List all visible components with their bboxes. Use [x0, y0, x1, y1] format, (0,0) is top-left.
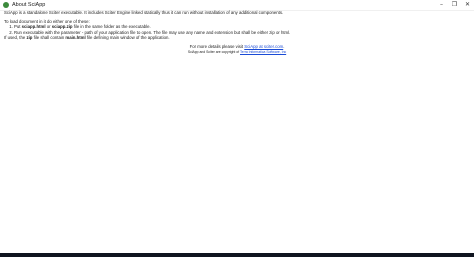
copyright-prefix: SciApp and Sciter are copyright of	[187, 49, 240, 54]
sciapp-zip-filename: sciapp.zip	[51, 24, 73, 30]
step1-prefix: Put	[14, 24, 22, 30]
sciter-link[interactable]: SciApp at sciter.com	[244, 44, 283, 49]
close-button[interactable]: ✕	[461, 0, 474, 10]
details-suffix: .	[283, 43, 285, 49]
main-html-filename: main.html	[65, 35, 86, 41]
window-controls: – ❐ ✕	[435, 0, 474, 10]
zip-note-suffix: file defining main window of the applica…	[85, 35, 170, 41]
zip-note-prefix: If used, the	[4, 35, 27, 41]
maximize-button[interactable]: ❐	[448, 0, 461, 10]
app-icon	[3, 2, 9, 8]
window-title: About SciApp	[12, 2, 46, 8]
terra-informatica-link[interactable]: Terra Informatica Software, Inc	[240, 50, 286, 54]
sciapp-html-filename: sciapp.html	[21, 24, 46, 30]
minimize-button[interactable]: –	[435, 0, 448, 10]
load-steps-list: Put sciapp.html or sciapp.zip file in th…	[4, 24, 470, 35]
about-content: SciApp is a standalone Sciter executable…	[4, 10, 470, 54]
copyright-line: SciApp and Sciter are copyright of Terra…	[4, 50, 470, 55]
details-prefix: For more details please visit	[189, 43, 245, 49]
zip-note-middle: file shall contain	[32, 35, 66, 41]
taskbar	[0, 253, 474, 257]
step1-suffix: file in the same folder as the executabl…	[72, 24, 151, 30]
